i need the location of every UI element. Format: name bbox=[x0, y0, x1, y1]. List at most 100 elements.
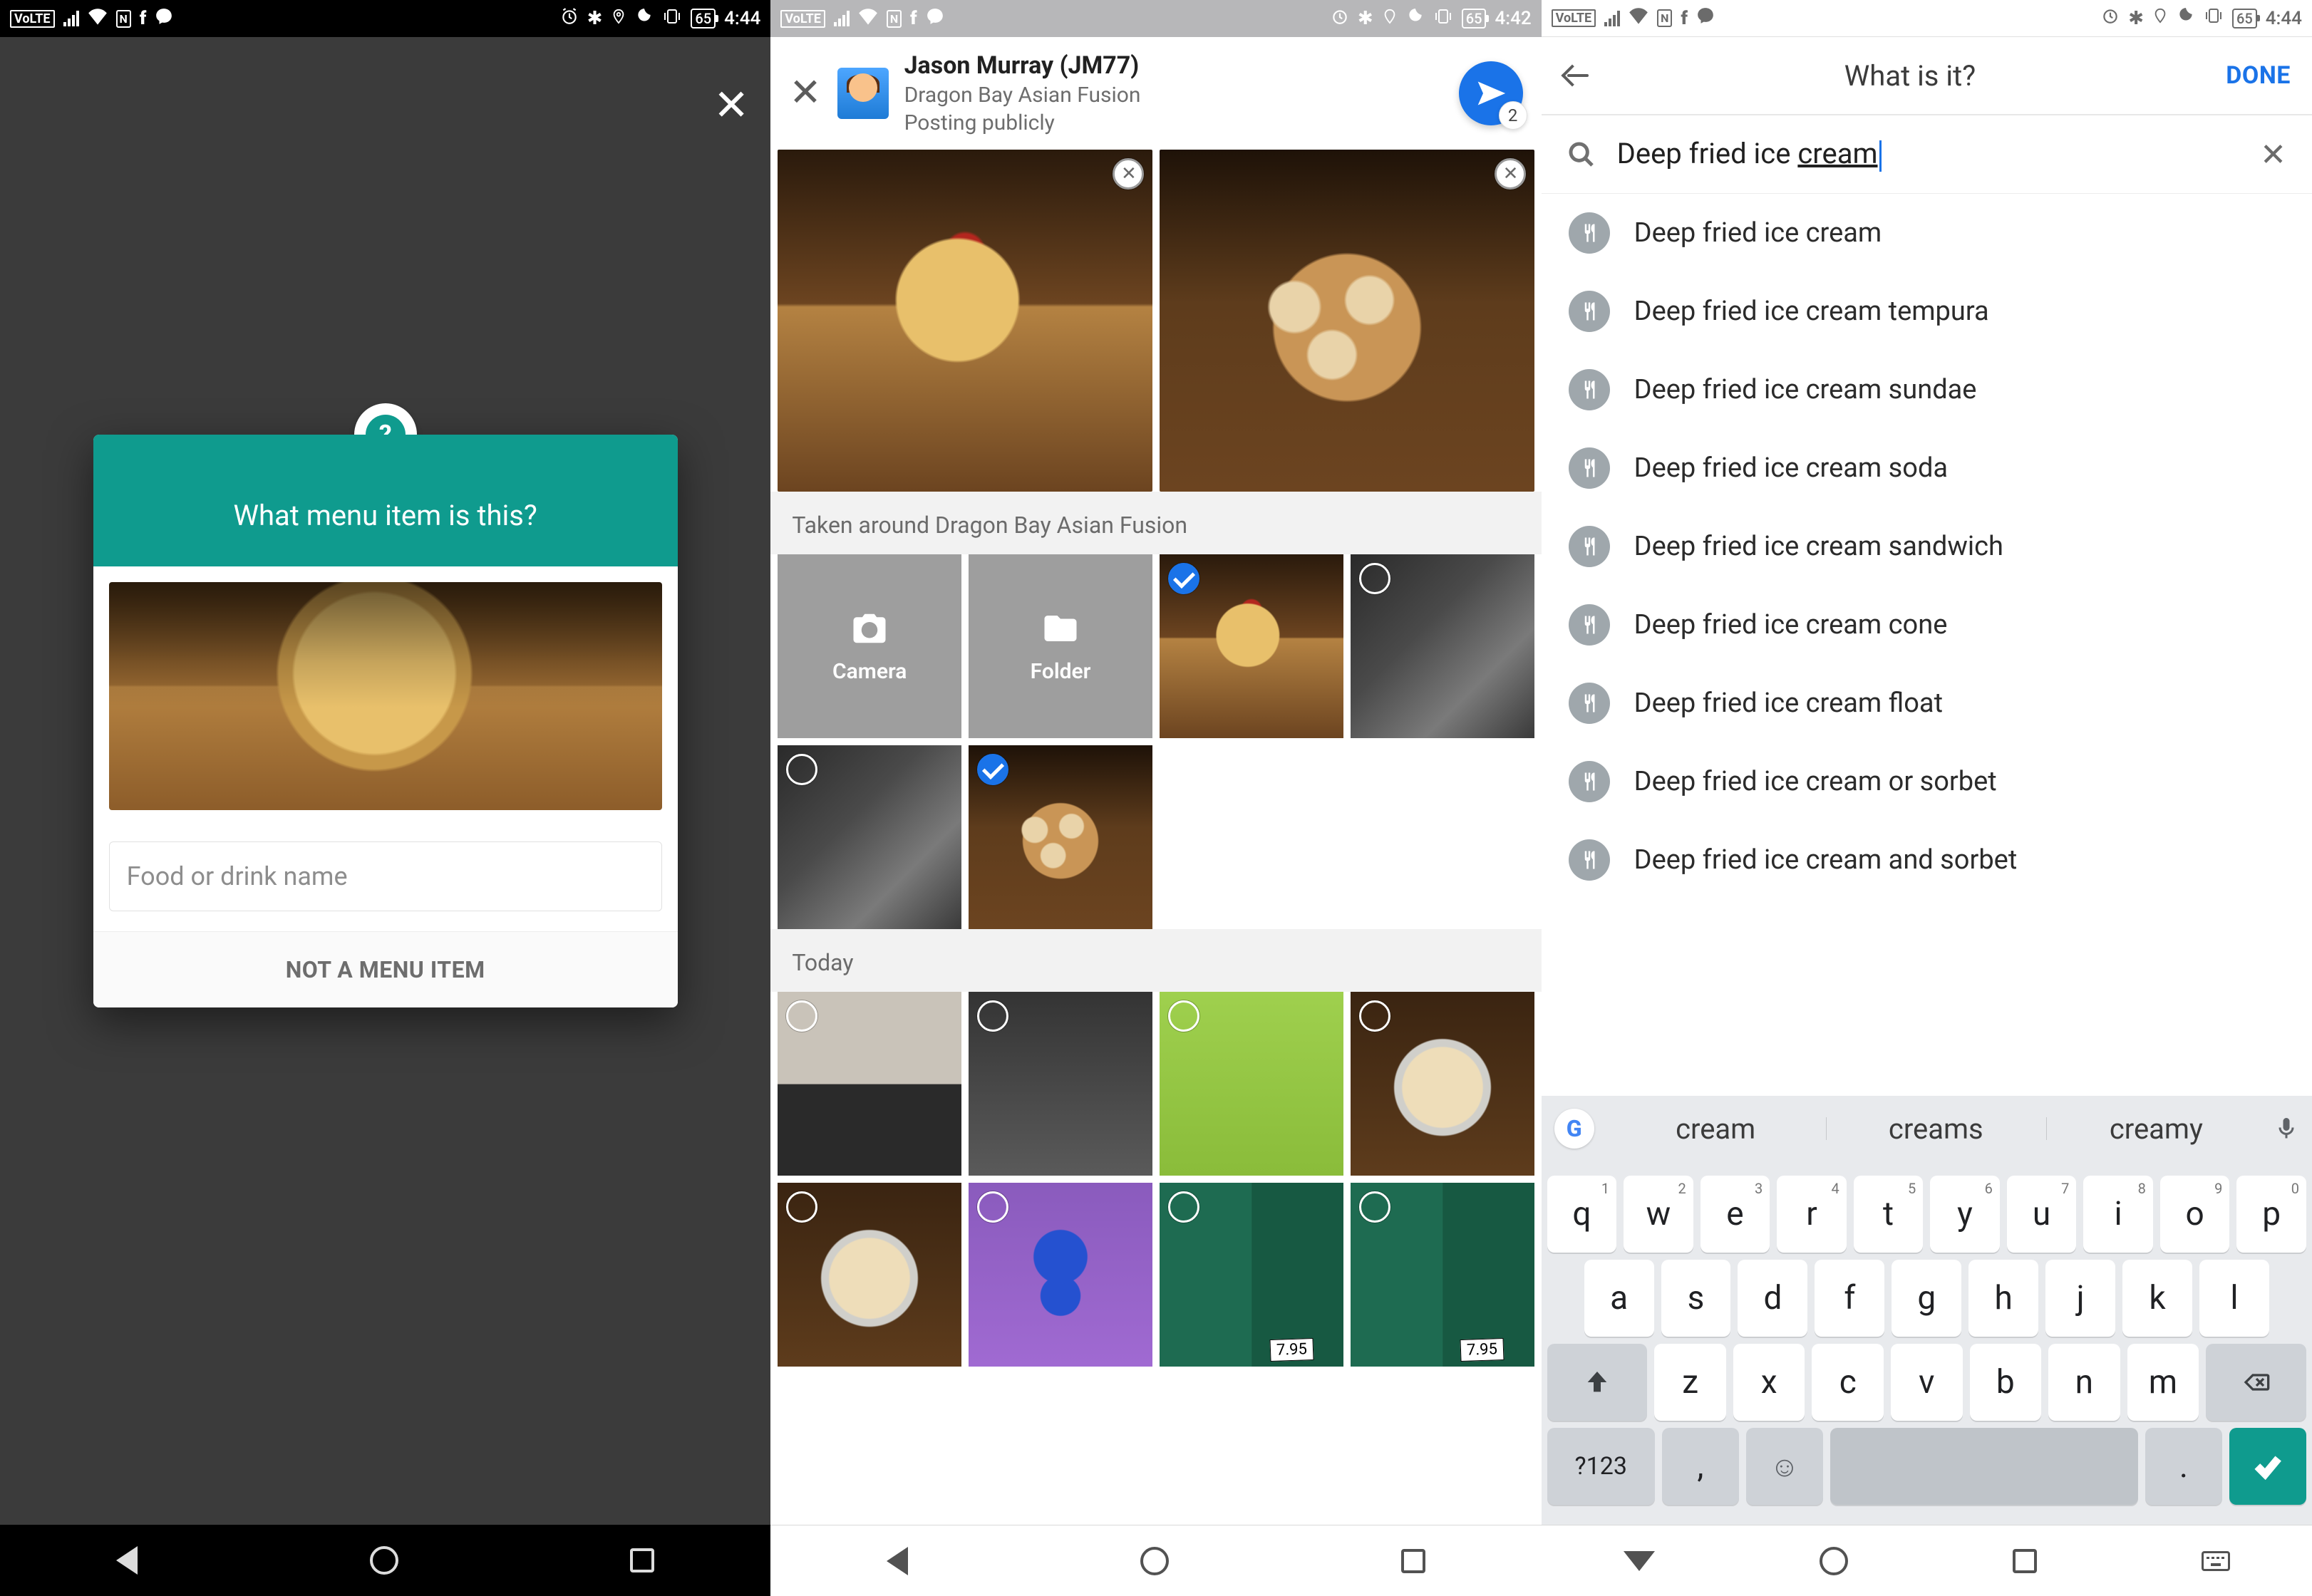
select-ring[interactable] bbox=[1359, 563, 1390, 594]
suggestion-item[interactable]: Deep fried ice cream sundae bbox=[1542, 351, 2312, 429]
key-n[interactable]: n bbox=[2048, 1344, 2120, 1421]
key-q[interactable]: q1 bbox=[1547, 1176, 1617, 1253]
nav-home[interactable] bbox=[370, 1546, 398, 1575]
symbols-key[interactable]: ?123 bbox=[1547, 1428, 1655, 1505]
nav-back[interactable] bbox=[887, 1547, 908, 1575]
select-ring[interactable] bbox=[1359, 1191, 1390, 1223]
select-ring[interactable] bbox=[1168, 1000, 1199, 1032]
photo-thumb[interactable] bbox=[1160, 554, 1343, 738]
enter-key[interactable] bbox=[2229, 1428, 2306, 1505]
suggestion-item[interactable]: Deep fried ice cream soda bbox=[1542, 429, 2312, 507]
photo-thumb[interactable] bbox=[969, 992, 1152, 1176]
key-k[interactable]: k bbox=[2122, 1260, 2192, 1337]
comma-key[interactable]: , bbox=[1662, 1428, 1739, 1505]
photo-thumb[interactable] bbox=[778, 992, 961, 1176]
place-name[interactable]: Dragon Bay Asian Fusion bbox=[904, 81, 1443, 109]
selected-photo-2[interactable] bbox=[1160, 150, 1534, 492]
select-ring[interactable] bbox=[786, 1191, 817, 1223]
photo-thumb[interactable] bbox=[778, 745, 961, 929]
select-ring[interactable] bbox=[977, 1191, 1008, 1223]
photo-thumb[interactable]: 7.95 bbox=[1351, 1183, 1534, 1367]
key-a[interactable]: a bbox=[1584, 1260, 1654, 1337]
nav-recent[interactable] bbox=[2013, 1549, 2037, 1573]
nav-recent[interactable] bbox=[630, 1548, 654, 1572]
key-o[interactable]: o9 bbox=[2160, 1176, 2230, 1253]
key-f[interactable]: f bbox=[1815, 1260, 1884, 1337]
nav-back[interactable] bbox=[1624, 1551, 1655, 1571]
key-l[interactable]: l bbox=[2199, 1260, 2269, 1337]
clear-input-button[interactable]: ✕ bbox=[2260, 136, 2286, 173]
key-h[interactable]: h bbox=[1968, 1260, 2038, 1337]
photo-thumb[interactable]: 7.95 bbox=[1160, 1183, 1343, 1367]
kb-suggestion[interactable]: creamy bbox=[2046, 1112, 2266, 1146]
photo-thumb[interactable] bbox=[1160, 992, 1343, 1176]
back-button[interactable] bbox=[1563, 60, 1594, 91]
key-m[interactable]: m bbox=[2127, 1344, 2199, 1421]
key-u[interactable]: u7 bbox=[2007, 1176, 2077, 1253]
suggestion-item[interactable]: Deep fried ice cream or sorbet bbox=[1542, 742, 2312, 821]
suggestion-item[interactable]: Deep fried ice cream tempura bbox=[1542, 272, 2312, 351]
period-key[interactable]: . bbox=[2145, 1428, 2222, 1505]
select-ring[interactable] bbox=[786, 1000, 817, 1032]
key-v[interactable]: v bbox=[1891, 1344, 1963, 1421]
key-e[interactable]: e3 bbox=[1701, 1176, 1770, 1253]
key-s[interactable]: s bbox=[1661, 1260, 1731, 1337]
key-z[interactable]: z bbox=[1654, 1344, 1726, 1421]
key-x[interactable]: x bbox=[1733, 1344, 1805, 1421]
shift-key[interactable] bbox=[1547, 1344, 1648, 1421]
nav-home[interactable] bbox=[1820, 1547, 1848, 1575]
space-key[interactable] bbox=[1830, 1428, 2138, 1505]
check-icon[interactable] bbox=[1168, 563, 1199, 594]
suggestion-item[interactable]: Deep fried ice cream cone bbox=[1542, 586, 2312, 664]
not-menu-item-button[interactable]: NOT A MENU ITEM bbox=[93, 931, 678, 1007]
keyboard-switch-icon[interactable] bbox=[2202, 1551, 2230, 1571]
avatar[interactable] bbox=[837, 68, 889, 119]
key-b[interactable]: b bbox=[1970, 1344, 2042, 1421]
photo-thumb[interactable] bbox=[969, 745, 1152, 929]
suggestion-item[interactable]: Deep fried ice cream and sorbet bbox=[1542, 821, 2312, 899]
key-c[interactable]: c bbox=[1812, 1344, 1884, 1421]
camera-button[interactable]: Camera bbox=[778, 554, 961, 738]
folder-button[interactable]: Folder bbox=[969, 554, 1152, 738]
suggestion-item[interactable]: Deep fried ice cream sandwich bbox=[1542, 507, 2312, 586]
nav-recent[interactable] bbox=[1401, 1549, 1425, 1573]
selected-photo-1[interactable] bbox=[778, 150, 1152, 492]
kb-suggestion[interactable]: cream bbox=[1606, 1112, 1826, 1146]
send-button[interactable]: 2 bbox=[1459, 61, 1523, 125]
nav-back[interactable] bbox=[116, 1546, 138, 1575]
emoji-key[interactable]: ☺ bbox=[1746, 1428, 1823, 1505]
done-button[interactable]: DONE bbox=[2226, 61, 2291, 90]
posting-visibility[interactable]: Posting publicly bbox=[904, 109, 1443, 137]
backspace-key[interactable] bbox=[2206, 1344, 2306, 1421]
key-p[interactable]: p0 bbox=[2236, 1176, 2306, 1253]
key-j[interactable]: j bbox=[2045, 1260, 2115, 1337]
key-r[interactable]: r4 bbox=[1777, 1176, 1847, 1253]
key-y[interactable]: y6 bbox=[1930, 1176, 2000, 1253]
key-i[interactable]: i8 bbox=[2083, 1176, 2153, 1253]
key-d[interactable]: d bbox=[1738, 1260, 1807, 1337]
key-g[interactable]: g bbox=[1892, 1260, 1961, 1337]
photo-thumb[interactable] bbox=[1351, 554, 1534, 738]
search-input[interactable]: Deep fried ice cream bbox=[1617, 137, 2239, 171]
close-button[interactable]: ✕ bbox=[789, 74, 821, 113]
check-icon[interactable] bbox=[977, 754, 1008, 785]
key-w[interactable]: w2 bbox=[1624, 1176, 1693, 1253]
nav-home[interactable] bbox=[1140, 1547, 1169, 1575]
suggestion-item[interactable]: Deep fried ice cream bbox=[1542, 194, 2312, 272]
key-t[interactable]: t5 bbox=[1854, 1176, 1924, 1253]
google-icon[interactable]: G bbox=[1554, 1109, 1594, 1149]
suggestion-item[interactable]: Deep fried ice cream float bbox=[1542, 664, 2312, 742]
remove-icon[interactable] bbox=[1113, 158, 1144, 190]
mic-icon[interactable] bbox=[2274, 1116, 2299, 1141]
photo-thumb[interactable] bbox=[778, 1183, 961, 1367]
select-ring[interactable] bbox=[786, 754, 817, 785]
select-ring[interactable] bbox=[977, 1000, 1008, 1032]
kb-suggestion[interactable]: creams bbox=[1826, 1112, 2046, 1146]
close-button[interactable]: ✕ bbox=[713, 80, 749, 130]
photo-thumb[interactable] bbox=[969, 1183, 1152, 1367]
photo-thumb[interactable] bbox=[1351, 992, 1534, 1176]
food-name-input[interactable]: Food or drink name bbox=[109, 841, 662, 911]
select-ring[interactable] bbox=[1359, 1000, 1390, 1032]
select-ring[interactable] bbox=[1168, 1191, 1199, 1223]
remove-icon[interactable] bbox=[1495, 158, 1526, 190]
